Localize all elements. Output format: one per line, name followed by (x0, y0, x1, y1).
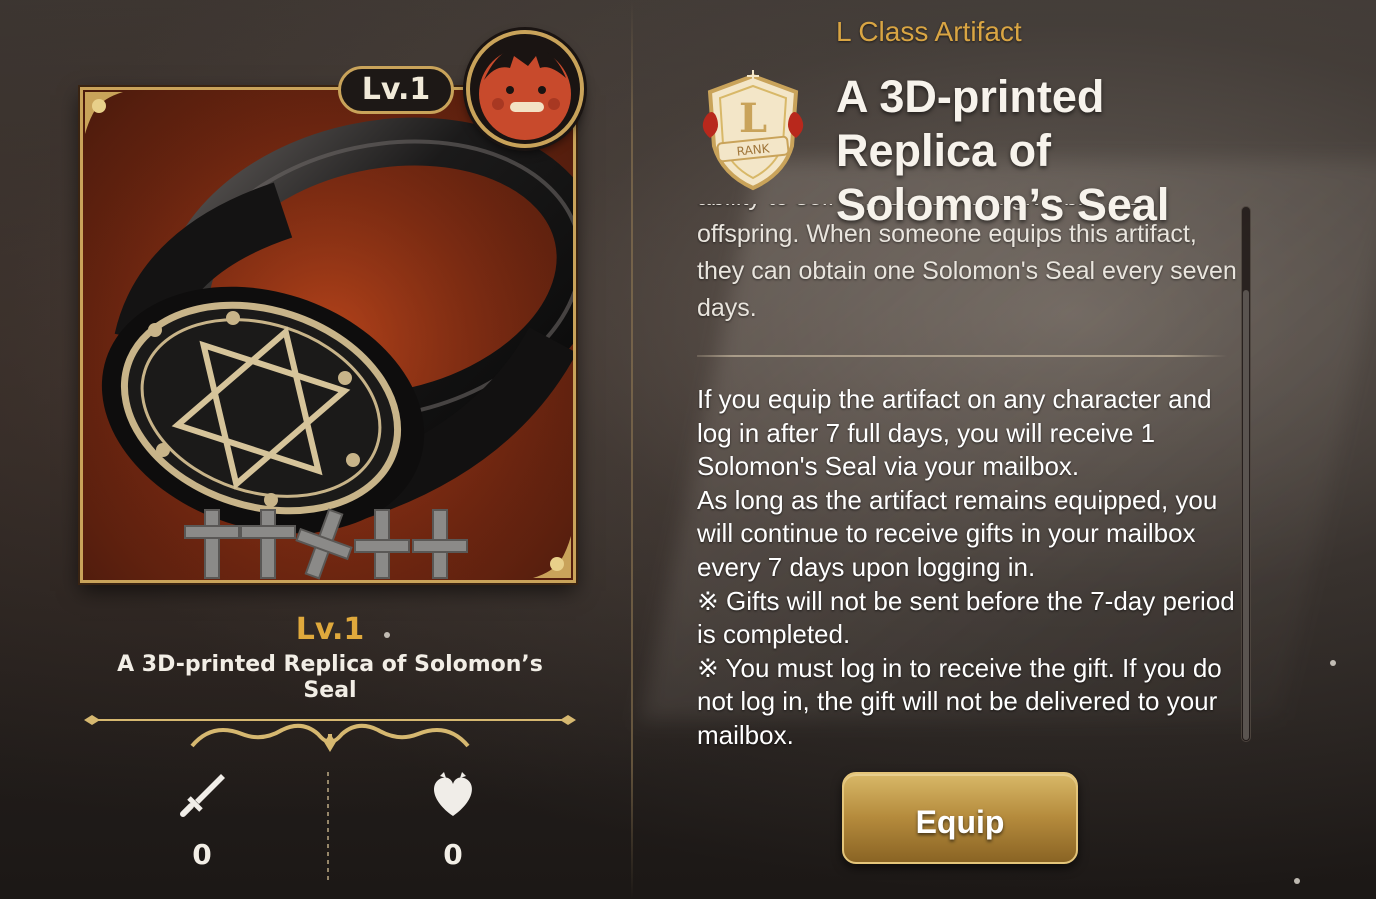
description-content: ability to self-reproduce and give birth… (697, 204, 1237, 753)
equip-button[interactable]: Equip (842, 772, 1078, 864)
card-artifact-name: A 3D-printed Replica of Solomon’s Seal (117, 652, 543, 703)
artifact-title: A 3D-printed Replica of Solomon’s Seal (836, 71, 1170, 230)
hp-value: 0 (443, 838, 463, 871)
equip-button-label: Equip (915, 804, 1005, 840)
level-badge: Lv.1 (338, 66, 454, 114)
sparkle (1294, 878, 1300, 884)
rank-shield-icon: L RANK (702, 70, 804, 191)
card-corner-ornament (533, 536, 571, 578)
card-corner-ornament (85, 92, 123, 134)
attack-value: 0 (192, 838, 212, 871)
scrollbar-thumb[interactable] (1243, 290, 1249, 740)
heart-icon (434, 772, 472, 816)
character-avatar[interactable] (466, 30, 584, 148)
sparkle (384, 632, 390, 638)
avatar-face-icon (479, 47, 571, 140)
artifact-class-label: L Class Artifact (836, 16, 1022, 47)
artifact-detail-screen: Lv.1 Lv.1 A 3D-printed Replica of Solomo… (0, 0, 1376, 899)
stat-divider (327, 772, 329, 884)
artifact-card (80, 87, 576, 583)
sparkle (1330, 660, 1336, 666)
hp-stat: 0 (413, 770, 493, 871)
panel-divider (631, 0, 633, 899)
description-scroll-area[interactable]: ability to self-reproduce and give birth… (697, 204, 1237, 766)
scroll-ornament (84, 715, 576, 752)
ring-artwork (83, 90, 573, 580)
attack-stat: 0 (162, 770, 242, 871)
description-divider (697, 355, 1227, 357)
rank-letter: L (739, 95, 767, 142)
card-level-label: Lv.1 (295, 612, 365, 647)
description-effect: If you equip the artifact on any charact… (697, 384, 1235, 750)
sword-icon (180, 774, 225, 817)
